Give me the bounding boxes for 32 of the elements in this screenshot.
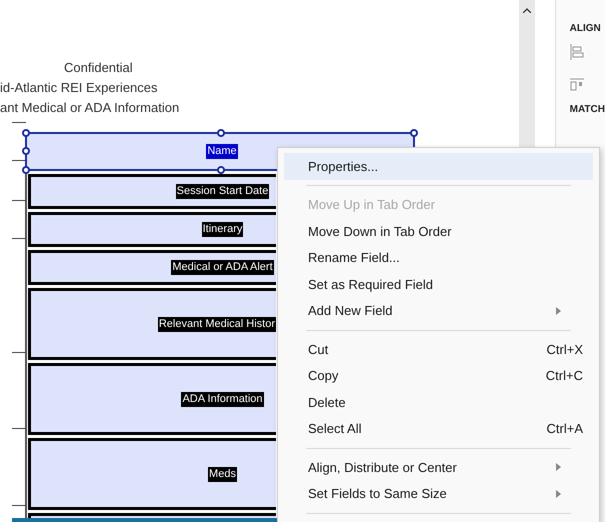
form-field[interactable]: Medical or ADA Alert [28, 250, 276, 285]
form-field[interactable]: Itinerary [28, 212, 276, 247]
field-label: Name [206, 144, 238, 159]
menu-item[interactable]: Copy Ctrl+C [284, 362, 593, 389]
form-field[interactable]: Relevant Medical Histor [28, 288, 276, 360]
shortcut-label: Ctrl+A [546, 420, 583, 438]
shortcut-label: Ctrl+X [546, 340, 583, 358]
field-label: Session Start Date [176, 184, 270, 199]
menu-item[interactable]: Align, Distribute or Center [284, 454, 593, 480]
field-label: Relevant Medical Histor [158, 316, 276, 332]
form-field[interactable]: ADA Information [28, 363, 276, 435]
heading-line: id-Atlantic REI Experiences [0, 79, 159, 97]
menu-item[interactable]: Set as Required Field [284, 271, 593, 298]
field-label: Medical or ADA Alert [171, 260, 274, 275]
heading-line: Confidential [63, 59, 134, 77]
field-label: Meds [208, 466, 237, 482]
form-field[interactable]: Session Start Date [28, 174, 276, 209]
menu-item[interactable]: Set Fields to Same Size [284, 480, 593, 507]
shortcut-label: Ctrl+C [546, 367, 583, 385]
menu-item[interactable]: Rename Field... [284, 244, 593, 271]
menu-item[interactable]: Delete [284, 389, 593, 416]
heading-line: ant Medical or ADA Information [0, 99, 180, 117]
field-label: ADA Information [181, 392, 264, 406]
menu-item[interactable]: Properties... [284, 153, 593, 180]
menu-item[interactable]: Cut Ctrl+X [284, 336, 593, 362]
section-title: MATCH [570, 103, 605, 117]
section-title: ALIGN [570, 22, 602, 36]
form-field[interactable]: Meds [28, 438, 276, 510]
menu-item[interactable]: Move Down in Tab Order [284, 218, 593, 244]
field-label: Itinerary [202, 222, 244, 237]
menu-item[interactable]: Add New Field [284, 298, 593, 324]
menu-item[interactable]: Select All Ctrl+A [284, 416, 593, 442]
